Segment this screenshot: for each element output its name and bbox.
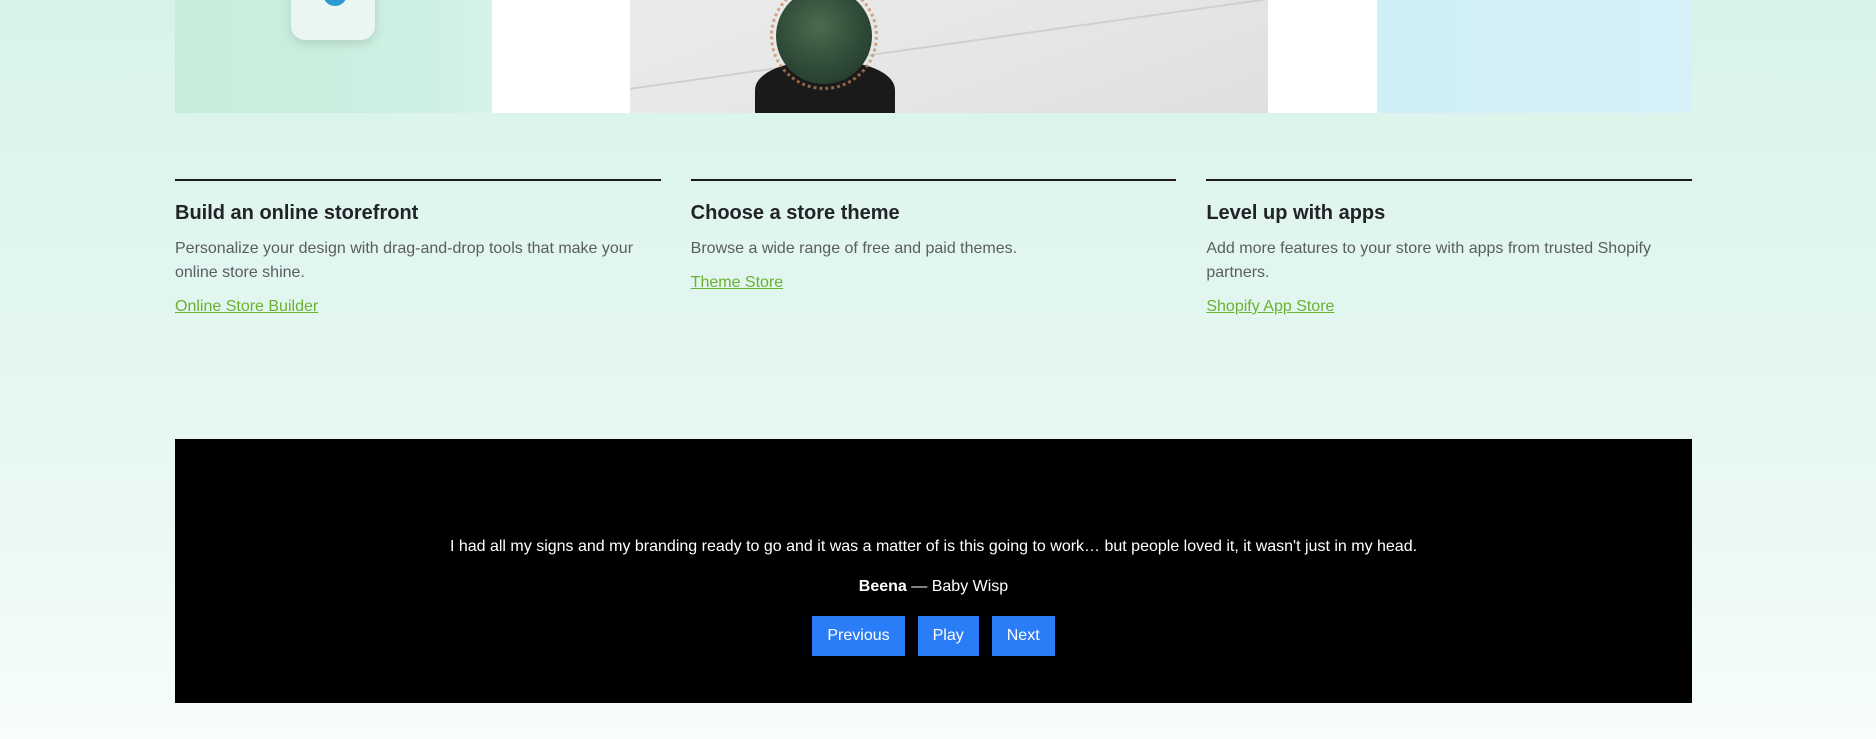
feature-columns: Build an online storefront Personalize y… bbox=[175, 179, 1693, 319]
cactus-photo bbox=[630, 0, 1268, 113]
hero-panel-spacer bbox=[1268, 0, 1377, 113]
feature-description: Personalize your design with drag-and-dr… bbox=[175, 240, 634, 281]
play-button[interactable]: Play bbox=[917, 616, 979, 656]
online-store-builder-link[interactable]: Online Store Builder bbox=[175, 295, 318, 319]
feature-description: Browse a wide range of free and paid the… bbox=[690, 240, 1018, 257]
carousel-controls: Previous Play Next bbox=[175, 616, 1692, 656]
testimonial-quote: I had all my signs and my branding ready… bbox=[449, 538, 1418, 555]
testimonial-carousel: I had all my signs and my branding ready… bbox=[175, 439, 1692, 703]
hero-panel-app bbox=[175, 0, 492, 113]
testimonial-attribution: Beena — Baby Wisp bbox=[175, 577, 1692, 597]
feature-title: Level up with apps bbox=[1206, 202, 1386, 224]
feature-store-theme: Choose a store theme Browse a wide range… bbox=[690, 179, 1177, 319]
app-icon-glyph bbox=[323, 0, 347, 6]
feature-apps: Level up with apps Add more features to … bbox=[1206, 179, 1693, 319]
photo-ledge bbox=[630, 0, 1268, 93]
feature-title: Choose a store theme bbox=[690, 202, 900, 224]
feature-description: Add more features to your store with app… bbox=[1206, 240, 1651, 281]
testimonial-company: Baby Wisp bbox=[931, 578, 1009, 595]
feature-online-storefront: Build an online storefront Personalize y… bbox=[175, 179, 661, 319]
shopify-app-store-link[interactable]: Shopify App Store bbox=[1206, 295, 1334, 319]
theme-store-link[interactable]: Theme Store bbox=[691, 271, 783, 295]
next-button[interactable]: Next bbox=[991, 616, 1055, 656]
hero-panel-blue bbox=[1377, 0, 1692, 113]
hero-panel-spacer bbox=[492, 0, 630, 113]
attribution-separator: — bbox=[906, 578, 932, 595]
app-icon-tile bbox=[291, 0, 375, 40]
testimonial-author: Beena bbox=[858, 578, 907, 595]
feature-title: Build an online storefront bbox=[175, 202, 419, 224]
hero-image-strip bbox=[175, 0, 1692, 113]
previous-button[interactable]: Previous bbox=[812, 616, 905, 656]
